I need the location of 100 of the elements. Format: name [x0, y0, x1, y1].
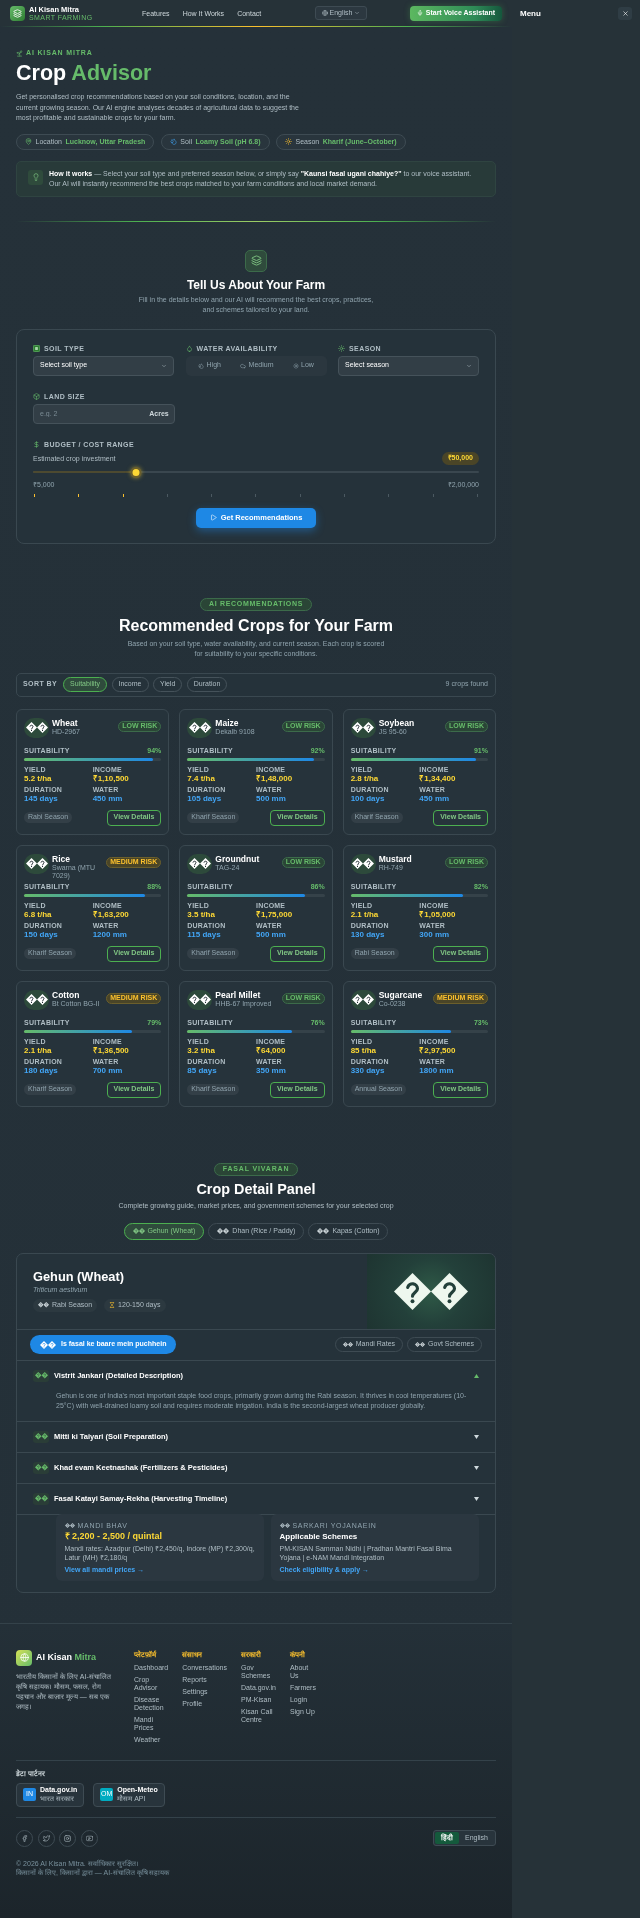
logo-icon — [10, 5, 25, 21]
section-title: Crop Detail Panel — [196, 1180, 316, 1198]
stat-value: 330 days — [350, 1066, 386, 1076]
stat-value: 180 days — [24, 1066, 59, 1076]
droplets-icon — [169, 138, 177, 145]
stat-value: ₹64,000 — [256, 1045, 287, 1055]
stat-value: 5.2 t/ha — [24, 773, 53, 783]
stat-value: ₹1,48,000 — [256, 773, 294, 783]
chevron-down-icon — [466, 362, 472, 369]
slider-thumb[interactable] — [130, 466, 142, 478]
stat-value: 700 mm — [92, 1066, 124, 1076]
stat-value: ₹1,34,400 — [419, 773, 457, 783]
section-title: Tell Us About Your Farm — [186, 277, 326, 292]
chevron-down-icon — [354, 10, 361, 16]
globe-logo-icon — [16, 1649, 32, 1666]
stat-value: 145 days — [24, 794, 59, 804]
question-diamond-icon — [342, 1342, 353, 1347]
question-diamond-icon — [415, 1342, 426, 1347]
question-diamond-icon — [394, 1272, 468, 1310]
budget-slider[interactable] — [33, 466, 479, 478]
instagram-icon — [64, 1834, 71, 1842]
crop-name: Pearl Millet — [215, 989, 262, 1000]
stat-value: 3.5 t/ha — [187, 909, 216, 919]
twitter-icon — [42, 1834, 50, 1842]
stat-value: ₹1,75,000 — [256, 909, 294, 919]
droplet-icon — [185, 344, 193, 352]
stat-value: 300 mm — [419, 930, 451, 940]
facebook-icon — [21, 1834, 28, 1842]
square-icon — [33, 344, 40, 352]
stat-value: 2.8 t/ha — [350, 773, 380, 783]
price-range: ₹ 2,200 - 2,500 / quintal — [64, 1530, 164, 1542]
stat-value: 450 mm — [419, 794, 451, 804]
crop-name: Cotton — [52, 989, 81, 1000]
youtube-icon — [85, 1834, 93, 1842]
tick-mark — [166, 493, 168, 497]
lightbulb-icon — [28, 169, 43, 185]
question-diamond-icon — [64, 1522, 75, 1528]
play-icon — [209, 514, 217, 521]
stat-value: 2.1 t/ha — [350, 909, 380, 919]
stat-value: 500 mm — [256, 930, 287, 940]
hourglass-icon — [109, 1302, 116, 1308]
crop-title: Gehun (Wheat) — [33, 1268, 125, 1284]
drawer-title: Menu — [520, 7, 541, 20]
sprout-icon — [16, 49, 23, 57]
info-card-title: Applicable Schemes — [279, 1530, 359, 1542]
stat-value: 85 days — [187, 1066, 218, 1076]
crop-name: Rice — [52, 853, 71, 864]
question-diamond-icon — [317, 1228, 330, 1234]
question-diamond-icon — [132, 1228, 145, 1234]
stat-value: 85 t/ha — [350, 1045, 377, 1055]
microphone-icon — [416, 10, 423, 16]
tick-mark — [78, 493, 80, 497]
tick-mark — [388, 493, 390, 497]
stat-value: ₹2,97,500 — [419, 1045, 457, 1055]
stat-value: 1800 mm — [419, 1066, 455, 1076]
stat-value: 350 mm — [256, 1066, 287, 1076]
crop-name: Groundnut — [215, 853, 260, 864]
tick-mark — [432, 493, 434, 497]
question-diamond-icon — [217, 1228, 230, 1234]
crop-name: Mustard — [378, 853, 412, 864]
crop-name: Soybean — [378, 717, 415, 728]
stat-value: 100 days — [350, 794, 386, 804]
tick-mark — [211, 493, 213, 497]
sun-icon — [338, 344, 345, 352]
dollar-icon — [33, 440, 40, 448]
droplets-icon — [198, 362, 205, 369]
stat-value: 2.1 t/ha — [24, 1045, 53, 1055]
question-diamond-icon — [38, 1302, 49, 1308]
section-title: Recommended Crops for Your Farm — [118, 616, 394, 635]
tick-mark — [255, 493, 257, 497]
chevron-down-icon — [161, 362, 167, 369]
stat-value: ₹1,05,000 — [419, 909, 457, 919]
footer-brand: AI Kisan Mitra — [36, 1652, 97, 1663]
stat-value: 7.4 t/ha — [187, 773, 216, 783]
globe-icon — [321, 10, 328, 16]
tick-mark — [34, 493, 35, 497]
stat-value: 1200 mm — [92, 930, 128, 940]
map-pin-icon — [25, 138, 32, 145]
box-icon — [33, 392, 40, 400]
crop-name: Sugarcane — [378, 989, 423, 1000]
tick-mark — [122, 493, 124, 497]
stat-value: 130 days — [350, 930, 386, 940]
stat-value: 6.8 t/ha — [24, 909, 53, 919]
stat-value: 115 days — [187, 930, 222, 940]
layers-icon — [245, 249, 267, 272]
stat-value: ₹1,10,500 — [92, 773, 130, 783]
stat-value: 500 mm — [256, 794, 287, 804]
sun-icon — [285, 138, 292, 145]
crop-name: Maize — [215, 717, 240, 728]
close-button[interactable] — [618, 6, 632, 21]
stat-value: ₹1,36,500 — [92, 1045, 130, 1055]
question-diamond-icon — [40, 1340, 56, 1349]
stat-value: 450 mm — [92, 794, 124, 804]
stat-value: 150 days — [24, 930, 59, 940]
stat-value: 105 days — [187, 794, 223, 804]
crop-name: Wheat — [52, 717, 79, 728]
stat-value: 3.2 t/ha — [187, 1045, 216, 1055]
page-title: Crop Advisor — [16, 62, 152, 84]
tick-mark — [344, 493, 346, 497]
cloud-icon — [240, 362, 247, 369]
